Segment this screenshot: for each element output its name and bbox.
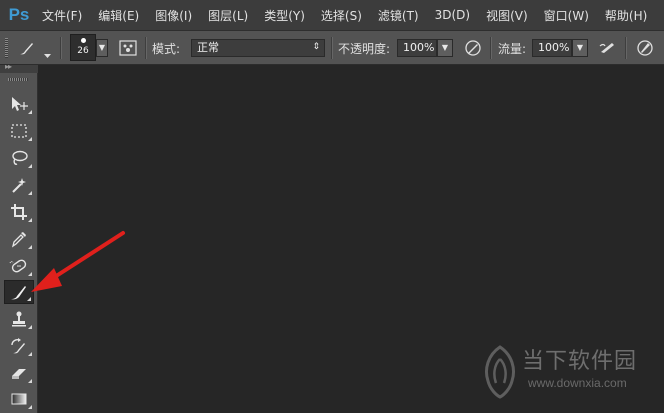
menu-bar: Ps 文件(F) 编辑(E) 图像(I) 图层(L) 类型(Y) 选择(S) 滤… — [0, 0, 664, 30]
updown-chevron-icon: ⇕ — [312, 42, 320, 52]
options-bar: ▼ 模式: 正常 ⇕ 不透明度: 100% ▼ 流量: 100% ▼ — [0, 30, 664, 65]
brush-preset-picker[interactable]: 26 — [70, 34, 96, 61]
watermark: 当下软件园 www.downxia.com — [478, 343, 664, 405]
tool-preset-picker[interactable] — [16, 38, 38, 58]
stamp-icon — [12, 311, 26, 327]
divider — [490, 37, 491, 59]
flow-input[interactable]: 100% — [532, 39, 572, 57]
watermark-title: 当下软件园 — [522, 349, 638, 374]
pressure-size-toggle[interactable] — [634, 38, 656, 58]
move-tool[interactable] — [4, 92, 34, 116]
menu-filter[interactable]: 滤镜(T) — [378, 7, 419, 24]
menu-layer[interactable]: 图层(L) — [208, 7, 248, 24]
menu-window[interactable]: 窗口(W) — [544, 7, 589, 24]
gradient-tool[interactable] — [4, 387, 34, 411]
menu-edit[interactable]: 编辑(E) — [98, 7, 139, 24]
flow-dropdown[interactable]: ▼ — [572, 39, 588, 57]
eraser-tool[interactable] — [4, 361, 34, 385]
pen-pressure-size-icon — [637, 40, 653, 56]
brush-preset-dropdown[interactable]: ▼ — [96, 39, 108, 57]
pen-pressure-icon — [465, 40, 481, 56]
magic-wand-tool[interactable] — [4, 173, 34, 197]
divider — [331, 37, 332, 59]
brush-tool[interactable] — [4, 280, 34, 304]
brush-panel-toggle[interactable] — [117, 38, 139, 58]
eyedropper-icon — [11, 232, 26, 248]
chevron-down-icon[interactable] — [44, 44, 51, 63]
mode-dropdown[interactable]: 正常 ⇕ — [191, 39, 325, 57]
airbrush-icon — [599, 43, 614, 53]
brush-panel-icon — [119, 40, 137, 56]
opacity-dropdown[interactable]: ▼ — [437, 39, 453, 57]
watermark-logo-icon — [485, 345, 515, 399]
menu-file[interactable]: 文件(F) — [42, 7, 82, 24]
opacity-input[interactable]: 100% — [397, 39, 437, 57]
clone-stamp-tool[interactable] — [4, 307, 34, 331]
options-bar-grip[interactable] — [5, 38, 8, 58]
brush-icon — [20, 43, 33, 55]
marquee-tool[interactable] — [4, 119, 34, 143]
rectangular-marquee-icon — [11, 124, 27, 138]
history-brush-tool[interactable] — [4, 334, 34, 358]
menu-image[interactable]: 图像(I) — [155, 7, 192, 24]
watermark-url: www.downxia.com — [528, 376, 627, 390]
menu-view[interactable]: 视图(V) — [486, 7, 528, 24]
mode-label: 模式: — [152, 42, 181, 56]
eraser-icon — [12, 369, 26, 379]
divider — [145, 37, 146, 59]
tools-panel-grip[interactable] — [8, 78, 28, 81]
opacity-label: 不透明度: — [338, 42, 391, 56]
lasso-tool[interactable] — [4, 146, 34, 170]
brush-size-value: 26 — [77, 46, 89, 56]
gradient-icon — [11, 393, 27, 405]
tools-panel: ▸▸ — [0, 62, 38, 413]
crop-tool[interactable] — [4, 200, 34, 224]
divider — [625, 37, 626, 59]
spot-healing-tool[interactable] — [4, 254, 34, 278]
app-logo[interactable]: Ps — [4, 0, 34, 30]
pressure-opacity-toggle[interactable] — [462, 38, 484, 58]
collapse-icon[interactable]: ▸▸ — [5, 62, 12, 71]
mode-value: 正常 — [197, 41, 219, 54]
crop-icon — [11, 204, 27, 220]
menu-type[interactable]: 类型(Y) — [264, 7, 305, 24]
eyedropper-tool[interactable] — [4, 227, 34, 251]
history-brush-icon — [11, 338, 25, 354]
brush-tip-icon — [81, 38, 86, 43]
magic-wand-icon — [12, 178, 26, 193]
lasso-icon — [12, 150, 28, 165]
brush-icon — [11, 286, 26, 300]
flow-label: 流量: — [498, 42, 527, 56]
menu-3d[interactable]: 3D(D) — [435, 8, 470, 22]
airbrush-toggle[interactable] — [597, 38, 619, 58]
tools-panel-header[interactable]: ▸▸ — [0, 62, 38, 73]
opacity-value: 100% — [403, 41, 435, 54]
menu-select[interactable]: 选择(S) — [321, 7, 362, 24]
move-icon — [12, 97, 28, 111]
flow-value: 100% — [538, 41, 570, 54]
menu-help[interactable]: 帮助(H) — [605, 7, 647, 24]
healing-brush-icon — [9, 259, 27, 273]
divider — [60, 37, 61, 59]
